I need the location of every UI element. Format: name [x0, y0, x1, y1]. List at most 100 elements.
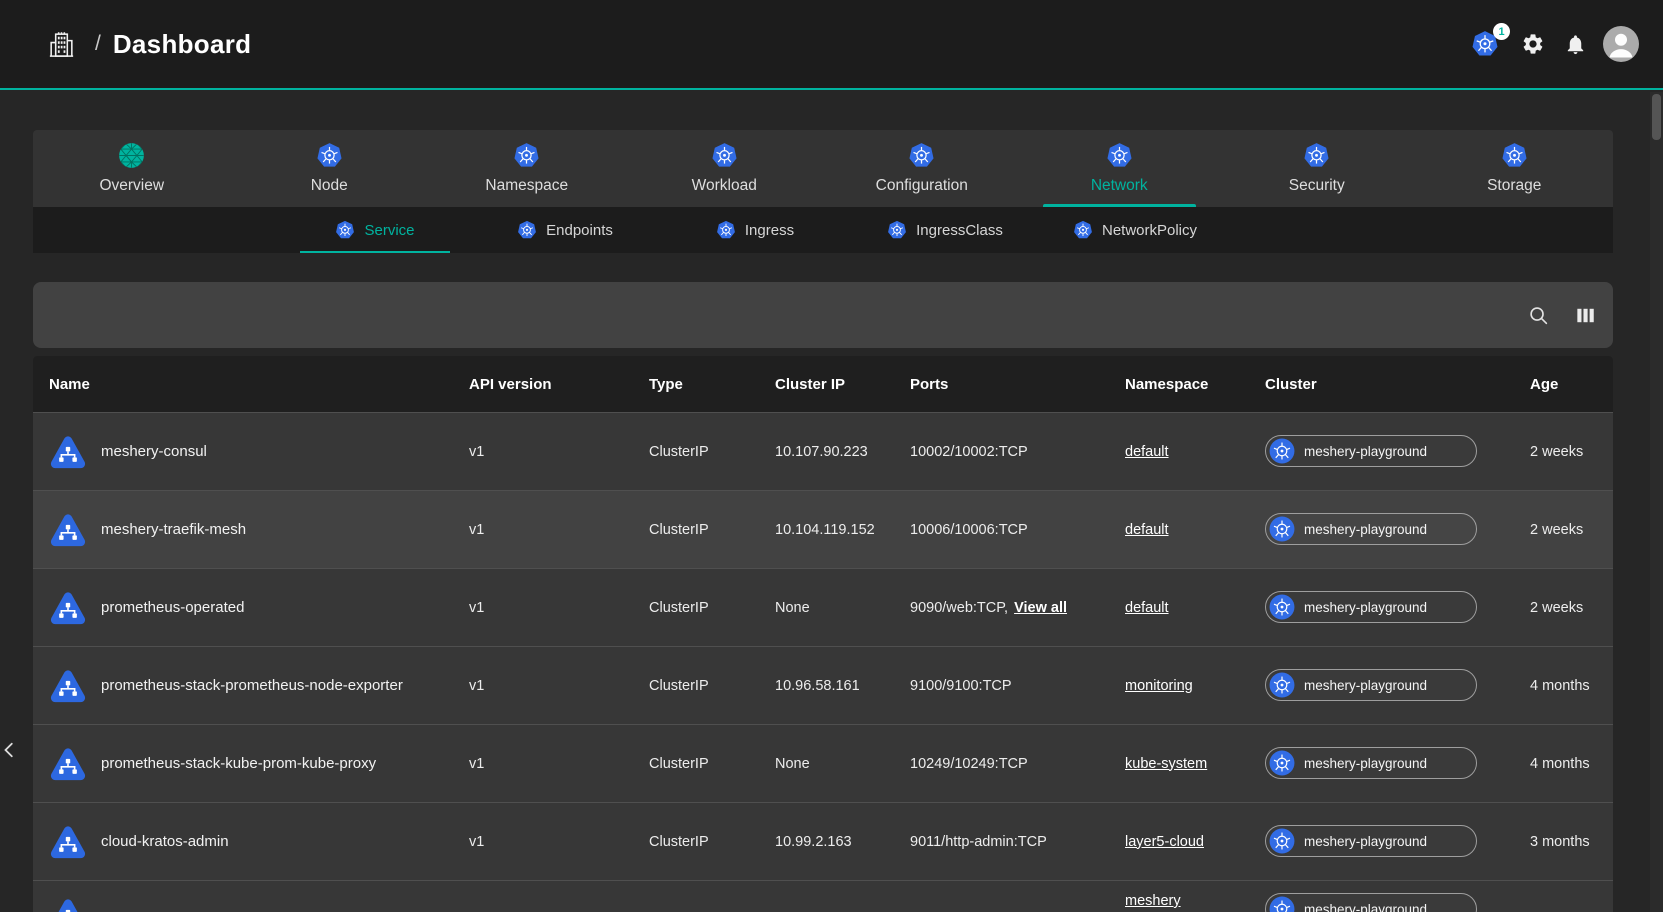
service-icon — [49, 432, 87, 472]
column-header-ports[interactable]: Ports — [910, 376, 1125, 393]
subtab-service[interactable]: Service — [280, 207, 470, 253]
service-name: prometheus-stack-prometheus-node-exporte… — [101, 677, 403, 694]
tab-security[interactable]: Security — [1218, 130, 1416, 207]
kubernetes-icon — [1269, 896, 1295, 912]
cell-type: ClusterIP — [649, 444, 775, 460]
kubernetes-icon — [1269, 672, 1295, 698]
context-count-badge: 1 — [1493, 23, 1510, 40]
tab-overview[interactable]: Overview — [33, 130, 231, 207]
kubernetes-context-button[interactable]: 1 — [1471, 30, 1499, 58]
tab-label: Storage — [1487, 177, 1541, 195]
tab-label: Network — [1091, 177, 1148, 195]
subtab-ingress[interactable]: Ingress — [660, 207, 850, 253]
notifications-bell-icon[interactable] — [1564, 33, 1587, 56]
cluster-chip[interactable]: meshery-playground — [1265, 513, 1477, 545]
column-header-age[interactable]: Age — [1530, 376, 1613, 393]
service-name: cloud-kratos-admin — [101, 833, 229, 850]
cluster-chip[interactable]: meshery-playground — [1265, 747, 1477, 779]
namespace-link[interactable]: kube-system — [1125, 756, 1207, 772]
service-icon — [49, 666, 87, 706]
column-header-api-version[interactable]: API version — [469, 376, 649, 393]
cluster-chip[interactable]: meshery-playground — [1265, 893, 1477, 912]
service-icon — [49, 588, 87, 628]
cell-type: ClusterIP — [649, 522, 775, 538]
subtab-networkpolicy[interactable]: NetworkPolicy — [1040, 207, 1230, 253]
namespace-link[interactable]: default — [1125, 522, 1169, 538]
service-name: prometheus-stack-kube-prom-kube-proxy — [101, 755, 376, 772]
cluster-chip[interactable]: meshery-playground — [1265, 435, 1477, 467]
settings-gear-icon[interactable] — [1521, 32, 1545, 56]
tab-workload[interactable]: Workload — [626, 130, 824, 207]
cell-ports: 9100/9100:TCP — [910, 678, 1125, 694]
column-header-cluster-ip[interactable]: Cluster IP — [775, 376, 910, 393]
table-row[interactable]: meshery-traefik-mesh v1 ClusterIP 10.104… — [33, 490, 1613, 568]
kubernetes-icon — [1269, 750, 1295, 776]
cell-ports: 9090/web:TCP,View all — [910, 600, 1125, 616]
namespace-link[interactable]: layer5-cloud — [1125, 834, 1204, 850]
column-header-cluster[interactable]: Cluster — [1265, 376, 1530, 393]
kubernetes-icon — [711, 142, 738, 169]
column-header-namespace[interactable]: Namespace — [1125, 376, 1265, 393]
cell-ports: 10002/10002:TCP — [910, 444, 1125, 460]
view-columns-icon[interactable] — [1574, 304, 1597, 327]
cell-type — [649, 881, 775, 893]
table-row[interactable]: prometheus-stack-kube-prom-kube-proxy v1… — [33, 724, 1613, 802]
tab-network[interactable]: Network — [1021, 130, 1219, 207]
cell-cluster-ip: 10.104.119.152 — [775, 522, 910, 538]
column-header-type[interactable]: Type — [649, 376, 775, 393]
network-subtabs: Service Endpoints Ingress IngressClass N… — [33, 207, 1613, 253]
cell-type: ClusterIP — [649, 756, 775, 772]
subtab-label: NetworkPolicy — [1102, 222, 1197, 239]
subtab-ingressclass[interactable]: IngressClass — [850, 207, 1040, 253]
tab-storage[interactable]: Storage — [1416, 130, 1614, 207]
chevron-left-icon — [1, 741, 19, 759]
namespace-link[interactable]: monitoring — [1125, 678, 1193, 694]
kubernetes-icon — [513, 142, 540, 169]
cell-age — [1530, 881, 1613, 893]
tab-label: Workload — [692, 177, 757, 195]
subtab-label: Ingress — [745, 222, 794, 239]
namespace-link[interactable]: default — [1125, 444, 1169, 460]
cell-ports: 10249/10249:TCP — [910, 756, 1125, 772]
kubernetes-icon — [908, 142, 935, 169]
subtab-label: Service — [364, 222, 414, 239]
table-row[interactable]: prometheus-operated v1 ClusterIP None 90… — [33, 568, 1613, 646]
table-row[interactable]: prometheus-stack-prometheus-node-exporte… — [33, 646, 1613, 724]
meshery-overview-icon — [118, 142, 145, 169]
kubernetes-icon — [1269, 438, 1295, 464]
cell-age: 4 months — [1530, 678, 1613, 694]
column-header-name[interactable]: Name — [33, 376, 469, 393]
kubernetes-icon — [1269, 516, 1295, 542]
topbar-actions: 1 — [1471, 26, 1639, 62]
cluster-chip[interactable]: meshery-playground — [1265, 591, 1477, 623]
tab-namespace[interactable]: Namespace — [428, 130, 626, 207]
cluster-chip[interactable]: meshery-playground — [1265, 669, 1477, 701]
service-name: meshery-traefik-mesh — [101, 521, 246, 538]
tab-node[interactable]: Node — [231, 130, 429, 207]
person-icon — [1603, 26, 1639, 62]
scrollbar-thumb[interactable] — [1652, 94, 1661, 140]
search-icon[interactable] — [1527, 304, 1550, 327]
cell-ports — [910, 881, 1125, 893]
namespace-link[interactable]: meshery — [1125, 893, 1181, 909]
resource-tabs: Overview Node Namespace Workload Configu… — [33, 130, 1613, 207]
cell-age: 4 months — [1530, 756, 1613, 772]
service-name: meshery-consul — [101, 443, 207, 460]
drawer-collapse-button[interactable] — [0, 732, 20, 768]
cluster-chip[interactable]: meshery-playground — [1265, 825, 1477, 857]
cell-type: ClusterIP — [649, 678, 775, 694]
cell-api-version — [469, 881, 649, 893]
tab-configuration[interactable]: Configuration — [823, 130, 1021, 207]
view-all-ports-link[interactable]: View all — [1014, 600, 1067, 616]
subtab-endpoints[interactable]: Endpoints — [470, 207, 660, 253]
service-icon — [49, 510, 87, 550]
scrollbar-track[interactable] — [1650, 92, 1663, 912]
table-row[interactable]: cloud-kratos-admin v1 ClusterIP 10.99.2.… — [33, 802, 1613, 880]
cell-api-version: v1 — [469, 678, 649, 694]
table-row[interactable]: meshery-consul v1 ClusterIP 10.107.90.22… — [33, 412, 1613, 490]
user-avatar[interactable] — [1603, 26, 1639, 62]
organization-building-icon[interactable] — [46, 29, 77, 60]
namespace-link[interactable]: default — [1125, 600, 1169, 616]
table-row[interactable]: meshery meshery-playground — [33, 880, 1613, 912]
subtab-label: IngressClass — [916, 222, 1003, 239]
